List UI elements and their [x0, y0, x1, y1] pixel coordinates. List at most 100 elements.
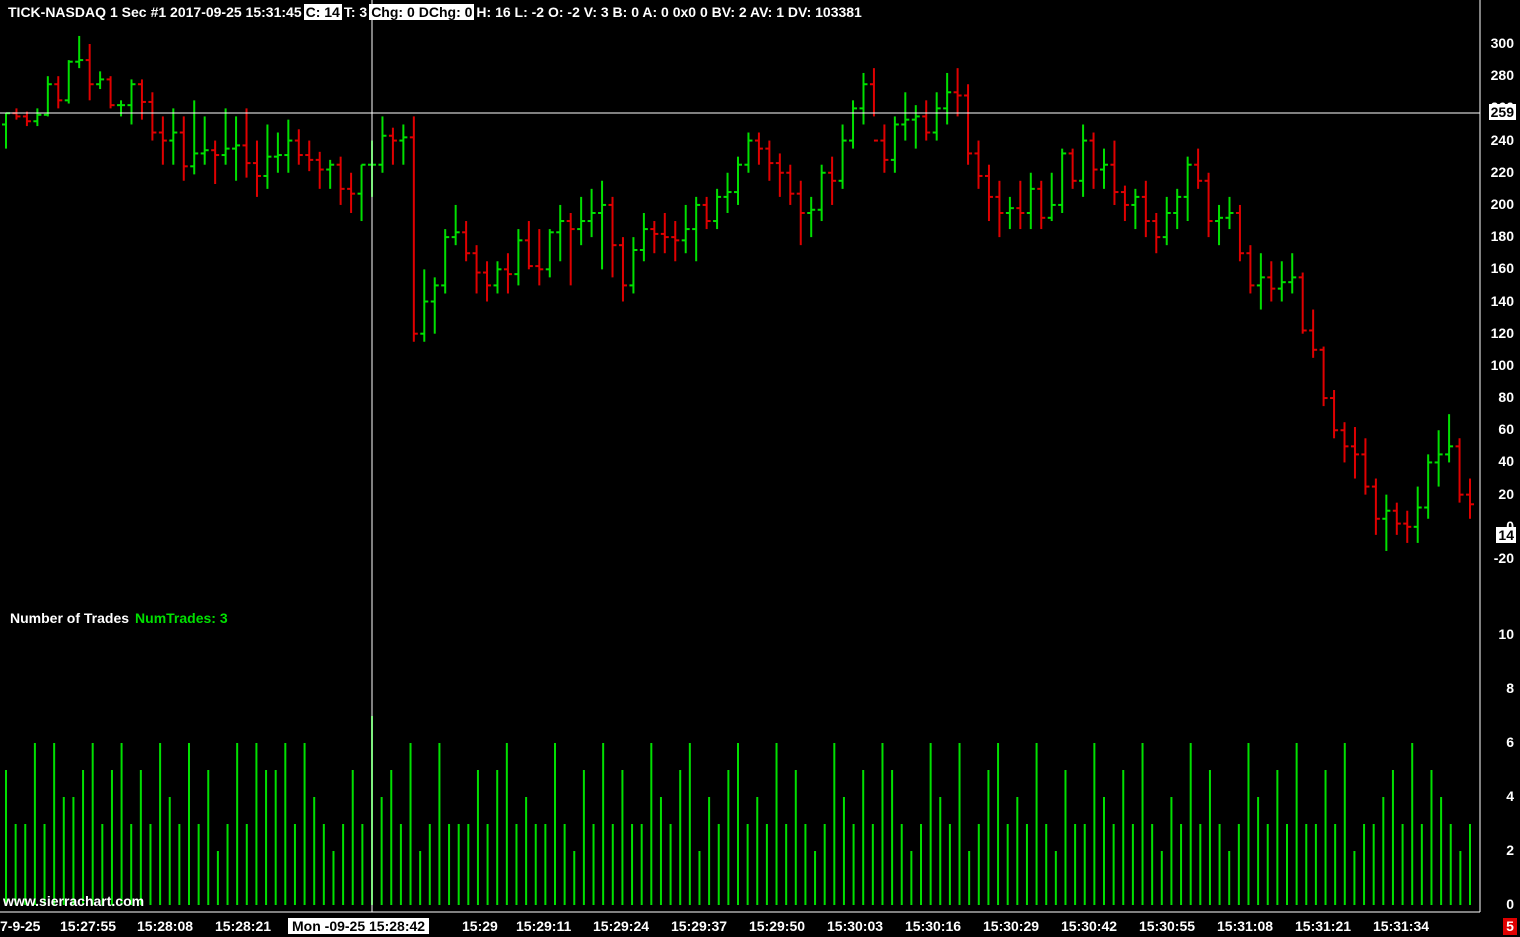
- ohlc-bar: [901, 92, 910, 141]
- ohlc-bar: [1016, 180, 1025, 230]
- time-axis-label: 15:28:21: [215, 918, 272, 934]
- ohlc-bar: [1246, 245, 1255, 294]
- ohlc-bar: [943, 72, 952, 125]
- chart-canvas[interactable]: [0, 0, 1520, 937]
- ohlc-bar: [598, 180, 607, 270]
- ohlc-bar: [462, 221, 471, 262]
- ohlc-bar: [75, 35, 84, 69]
- trades-value-label: T: 3: [343, 4, 368, 20]
- ohlc-bar: [388, 127, 397, 165]
- ohlc-bar: [1298, 272, 1307, 334]
- ohlc-bar: [1141, 180, 1150, 238]
- time-axis-label: 15:30:42: [1061, 918, 1118, 934]
- ohlc-bar: [221, 108, 230, 165]
- time-axis-label: Mon -09-25 15:28:42: [288, 918, 430, 934]
- ohlc-bar: [524, 221, 533, 270]
- ohlc-bar: [1204, 172, 1213, 238]
- time-axis-label: 15:30:03: [827, 918, 884, 934]
- ohlc-bar: [1445, 414, 1454, 463]
- ohlc-bar: [232, 116, 241, 181]
- change-value-label: Chg: 0: [369, 4, 417, 20]
- ohlc-bar: [200, 116, 209, 165]
- ohlc-bar: [671, 221, 680, 262]
- ohlc-bar: [953, 68, 962, 117]
- ohlc-bar: [2, 112, 10, 149]
- ohlc-bar: [284, 119, 293, 173]
- ohlc-bar: [357, 163, 366, 222]
- ohlc-bar: [117, 100, 126, 117]
- ohlc-bar: [1131, 188, 1140, 230]
- ohlc-bar: [1340, 422, 1349, 463]
- crosshair-price-badge: 259: [1488, 104, 1516, 120]
- ohlc-bar: [472, 245, 481, 294]
- ohlc-bar: [1100, 148, 1108, 189]
- ohlc-bar: [911, 105, 920, 149]
- price-axis-tick: 200: [1490, 195, 1514, 212]
- price-axis-tick: -20: [1493, 550, 1514, 566]
- ohlc-bar: [744, 132, 753, 173]
- time-axis-label: 15:31:21: [1295, 918, 1352, 934]
- ohlc-bar: [336, 156, 345, 205]
- ohlc-bar: [1434, 430, 1443, 487]
- ohlc-bar: [566, 212, 575, 286]
- ohlc-bar: [692, 196, 701, 262]
- ohlc-bar: [1466, 478, 1474, 519]
- ohlc-bar: [1267, 261, 1276, 302]
- ohlc-bar: [639, 212, 648, 262]
- ohlc-bar: [1235, 204, 1244, 262]
- ohlc-bar: [995, 180, 1004, 238]
- volume-axis-tick: 2: [1506, 842, 1514, 858]
- ohlc-bar: [702, 196, 711, 230]
- ohlc-bar: [828, 156, 837, 205]
- ohlc-bar: [807, 196, 816, 238]
- ohlc-bar: [1225, 196, 1234, 230]
- ohlc-bar: [148, 92, 157, 141]
- time-axis-label: 15:31:34: [1373, 918, 1430, 934]
- ohlc-bar: [1173, 188, 1182, 230]
- ohlc-bar: [1330, 390, 1339, 439]
- ohlc-bar: [12, 108, 21, 120]
- ohlc-bar: [347, 172, 356, 213]
- price-axis-tick: 140: [1490, 292, 1514, 309]
- ohlc-bar: [1068, 148, 1077, 189]
- ohlc-bar: [85, 44, 94, 101]
- price-axis-tick: 100: [1490, 356, 1514, 373]
- alert-count-badge[interactable]: 5: [1503, 918, 1517, 935]
- ohlc-bar: [483, 261, 492, 302]
- daily-change-value-label: DChg: 0: [416, 4, 475, 20]
- price-axis-tick: 240: [1490, 131, 1514, 148]
- ohlc-bar: [252, 140, 261, 197]
- symbol-label: TICK-NASDAQ: [8, 4, 106, 20]
- ohlc-bar: [880, 124, 889, 173]
- ohlc-bar: [890, 116, 899, 173]
- time-axis-label: 15:29:50: [749, 918, 806, 934]
- ohlc-bar: [169, 108, 178, 165]
- ohlc-bar: [608, 196, 617, 278]
- price-axis-tick: 20: [1498, 485, 1514, 502]
- ohlc-bar: [796, 180, 805, 246]
- ohlc-bar: [1079, 124, 1088, 197]
- ohlc-bar: [1424, 454, 1433, 519]
- time-axis-label: 15:31:08: [1217, 918, 1274, 934]
- time-axis-label: 15:30:55: [1139, 918, 1196, 934]
- ohlc-bar: [1162, 196, 1171, 246]
- time-axis-label: 15:29:37: [671, 918, 728, 934]
- ohlc-bar: [838, 124, 847, 189]
- ohlc-bar: [273, 132, 282, 173]
- ohlc-bar: [305, 140, 314, 172]
- ohlc-bar: [43, 76, 52, 117]
- ohlc-bar: [849, 100, 858, 149]
- bar-info-label: #1 2017-09-25 15:31:45: [150, 4, 302, 20]
- volume-axis-tick: 6: [1506, 734, 1514, 750]
- ohlc-bar: [1288, 253, 1297, 294]
- ohlc-bar: [618, 237, 627, 302]
- last-price-badge: 14: [1496, 527, 1516, 543]
- ohlc-bar: [1183, 156, 1192, 222]
- ohlc-bar: [1089, 132, 1098, 189]
- ohlc-bar: [984, 164, 993, 222]
- ohlc-bar: [1309, 309, 1318, 358]
- ohlc-bar: [96, 71, 105, 90]
- ohlc-bar: [451, 204, 460, 246]
- ohlc-bar: [1371, 478, 1380, 535]
- ohlc-bar: [817, 164, 826, 222]
